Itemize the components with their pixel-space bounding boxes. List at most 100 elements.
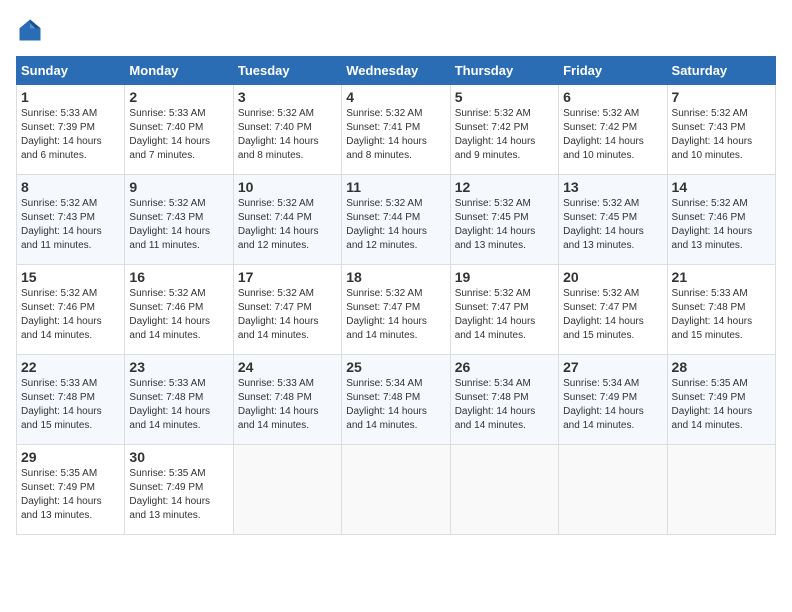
logo-icon	[16, 16, 44, 44]
header-cell-tuesday: Tuesday	[233, 57, 341, 85]
day-number: 11	[346, 179, 445, 195]
header-cell-friday: Friday	[559, 57, 667, 85]
calendar-header: SundayMondayTuesdayWednesdayThursdayFrid…	[17, 57, 776, 85]
cell-info: Sunrise: 5:32 AMSunset: 7:45 PMDaylight:…	[455, 198, 536, 251]
cell-info: Sunrise: 5:32 AMSunset: 7:46 PMDaylight:…	[129, 288, 210, 341]
calendar-cell: 8 Sunrise: 5:32 AMSunset: 7:43 PMDayligh…	[17, 175, 125, 265]
header-cell-thursday: Thursday	[450, 57, 558, 85]
calendar-cell: 20 Sunrise: 5:32 AMSunset: 7:47 PMDaylig…	[559, 265, 667, 355]
calendar-cell: 19 Sunrise: 5:32 AMSunset: 7:47 PMDaylig…	[450, 265, 558, 355]
calendar-cell: 5 Sunrise: 5:32 AMSunset: 7:42 PMDayligh…	[450, 85, 558, 175]
cell-info: Sunrise: 5:35 AMSunset: 7:49 PMDaylight:…	[129, 468, 210, 521]
cell-info: Sunrise: 5:33 AMSunset: 7:48 PMDaylight:…	[129, 378, 210, 431]
week-row-3: 15 Sunrise: 5:32 AMSunset: 7:46 PMDaylig…	[17, 265, 776, 355]
calendar-cell: 12 Sunrise: 5:32 AMSunset: 7:45 PMDaylig…	[450, 175, 558, 265]
calendar-cell	[559, 445, 667, 535]
day-number: 21	[672, 269, 771, 285]
calendar-cell: 24 Sunrise: 5:33 AMSunset: 7:48 PMDaylig…	[233, 355, 341, 445]
cell-info: Sunrise: 5:34 AMSunset: 7:48 PMDaylight:…	[455, 378, 536, 431]
header-cell-wednesday: Wednesday	[342, 57, 450, 85]
day-number: 23	[129, 359, 228, 375]
day-number: 9	[129, 179, 228, 195]
cell-info: Sunrise: 5:32 AMSunset: 7:42 PMDaylight:…	[563, 108, 644, 161]
day-number: 28	[672, 359, 771, 375]
day-number: 22	[21, 359, 120, 375]
day-number: 24	[238, 359, 337, 375]
calendar-cell: 3 Sunrise: 5:32 AMSunset: 7:40 PMDayligh…	[233, 85, 341, 175]
day-number: 13	[563, 179, 662, 195]
day-number: 17	[238, 269, 337, 285]
calendar-cell: 27 Sunrise: 5:34 AMSunset: 7:49 PMDaylig…	[559, 355, 667, 445]
calendar-cell: 21 Sunrise: 5:33 AMSunset: 7:48 PMDaylig…	[667, 265, 775, 355]
day-number: 7	[672, 89, 771, 105]
calendar-cell: 13 Sunrise: 5:32 AMSunset: 7:45 PMDaylig…	[559, 175, 667, 265]
cell-info: Sunrise: 5:32 AMSunset: 7:44 PMDaylight:…	[238, 198, 319, 251]
calendar-cell: 29 Sunrise: 5:35 AMSunset: 7:49 PMDaylig…	[17, 445, 125, 535]
day-number: 16	[129, 269, 228, 285]
calendar-cell	[667, 445, 775, 535]
calendar-cell	[450, 445, 558, 535]
calendar-cell: 14 Sunrise: 5:32 AMSunset: 7:46 PMDaylig…	[667, 175, 775, 265]
cell-info: Sunrise: 5:32 AMSunset: 7:46 PMDaylight:…	[672, 198, 753, 251]
cell-info: Sunrise: 5:32 AMSunset: 7:47 PMDaylight:…	[238, 288, 319, 341]
week-row-4: 22 Sunrise: 5:33 AMSunset: 7:48 PMDaylig…	[17, 355, 776, 445]
week-row-5: 29 Sunrise: 5:35 AMSunset: 7:49 PMDaylig…	[17, 445, 776, 535]
cell-info: Sunrise: 5:32 AMSunset: 7:41 PMDaylight:…	[346, 108, 427, 161]
day-number: 10	[238, 179, 337, 195]
day-number: 25	[346, 359, 445, 375]
header-cell-sunday: Sunday	[17, 57, 125, 85]
calendar-cell: 2 Sunrise: 5:33 AMSunset: 7:40 PMDayligh…	[125, 85, 233, 175]
cell-info: Sunrise: 5:32 AMSunset: 7:42 PMDaylight:…	[455, 108, 536, 161]
calendar-cell: 26 Sunrise: 5:34 AMSunset: 7:48 PMDaylig…	[450, 355, 558, 445]
day-number: 18	[346, 269, 445, 285]
day-number: 29	[21, 449, 120, 465]
calendar-cell: 30 Sunrise: 5:35 AMSunset: 7:49 PMDaylig…	[125, 445, 233, 535]
cell-info: Sunrise: 5:33 AMSunset: 7:48 PMDaylight:…	[238, 378, 319, 431]
cell-info: Sunrise: 5:35 AMSunset: 7:49 PMDaylight:…	[21, 468, 102, 521]
day-number: 30	[129, 449, 228, 465]
cell-info: Sunrise: 5:33 AMSunset: 7:40 PMDaylight:…	[129, 108, 210, 161]
day-number: 27	[563, 359, 662, 375]
cell-info: Sunrise: 5:32 AMSunset: 7:47 PMDaylight:…	[455, 288, 536, 341]
cell-info: Sunrise: 5:33 AMSunset: 7:48 PMDaylight:…	[21, 378, 102, 431]
cell-info: Sunrise: 5:32 AMSunset: 7:46 PMDaylight:…	[21, 288, 102, 341]
day-number: 4	[346, 89, 445, 105]
day-number: 14	[672, 179, 771, 195]
day-number: 3	[238, 89, 337, 105]
calendar-cell: 18 Sunrise: 5:32 AMSunset: 7:47 PMDaylig…	[342, 265, 450, 355]
calendar-cell: 7 Sunrise: 5:32 AMSunset: 7:43 PMDayligh…	[667, 85, 775, 175]
calendar-cell: 11 Sunrise: 5:32 AMSunset: 7:44 PMDaylig…	[342, 175, 450, 265]
calendar-table: SundayMondayTuesdayWednesdayThursdayFrid…	[16, 56, 776, 535]
calendar-cell: 16 Sunrise: 5:32 AMSunset: 7:46 PMDaylig…	[125, 265, 233, 355]
day-number: 19	[455, 269, 554, 285]
day-number: 15	[21, 269, 120, 285]
cell-info: Sunrise: 5:32 AMSunset: 7:43 PMDaylight:…	[672, 108, 753, 161]
day-number: 8	[21, 179, 120, 195]
calendar-cell: 10 Sunrise: 5:32 AMSunset: 7:44 PMDaylig…	[233, 175, 341, 265]
cell-info: Sunrise: 5:35 AMSunset: 7:49 PMDaylight:…	[672, 378, 753, 431]
cell-info: Sunrise: 5:32 AMSunset: 7:47 PMDaylight:…	[346, 288, 427, 341]
calendar-cell: 28 Sunrise: 5:35 AMSunset: 7:49 PMDaylig…	[667, 355, 775, 445]
cell-info: Sunrise: 5:34 AMSunset: 7:49 PMDaylight:…	[563, 378, 644, 431]
cell-info: Sunrise: 5:32 AMSunset: 7:43 PMDaylight:…	[21, 198, 102, 251]
cell-info: Sunrise: 5:34 AMSunset: 7:48 PMDaylight:…	[346, 378, 427, 431]
calendar-cell: 15 Sunrise: 5:32 AMSunset: 7:46 PMDaylig…	[17, 265, 125, 355]
day-number: 12	[455, 179, 554, 195]
calendar-cell: 17 Sunrise: 5:32 AMSunset: 7:47 PMDaylig…	[233, 265, 341, 355]
calendar-cell: 4 Sunrise: 5:32 AMSunset: 7:41 PMDayligh…	[342, 85, 450, 175]
cell-info: Sunrise: 5:32 AMSunset: 7:47 PMDaylight:…	[563, 288, 644, 341]
page-header	[16, 16, 776, 44]
calendar-body: 1 Sunrise: 5:33 AMSunset: 7:39 PMDayligh…	[17, 85, 776, 535]
day-number: 20	[563, 269, 662, 285]
calendar-cell: 9 Sunrise: 5:32 AMSunset: 7:43 PMDayligh…	[125, 175, 233, 265]
day-number: 6	[563, 89, 662, 105]
day-number: 5	[455, 89, 554, 105]
week-row-2: 8 Sunrise: 5:32 AMSunset: 7:43 PMDayligh…	[17, 175, 776, 265]
day-number: 2	[129, 89, 228, 105]
header-cell-monday: Monday	[125, 57, 233, 85]
header-cell-saturday: Saturday	[667, 57, 775, 85]
logo	[16, 16, 48, 44]
cell-info: Sunrise: 5:32 AMSunset: 7:44 PMDaylight:…	[346, 198, 427, 251]
cell-info: Sunrise: 5:33 AMSunset: 7:39 PMDaylight:…	[21, 108, 102, 161]
calendar-cell: 25 Sunrise: 5:34 AMSunset: 7:48 PMDaylig…	[342, 355, 450, 445]
